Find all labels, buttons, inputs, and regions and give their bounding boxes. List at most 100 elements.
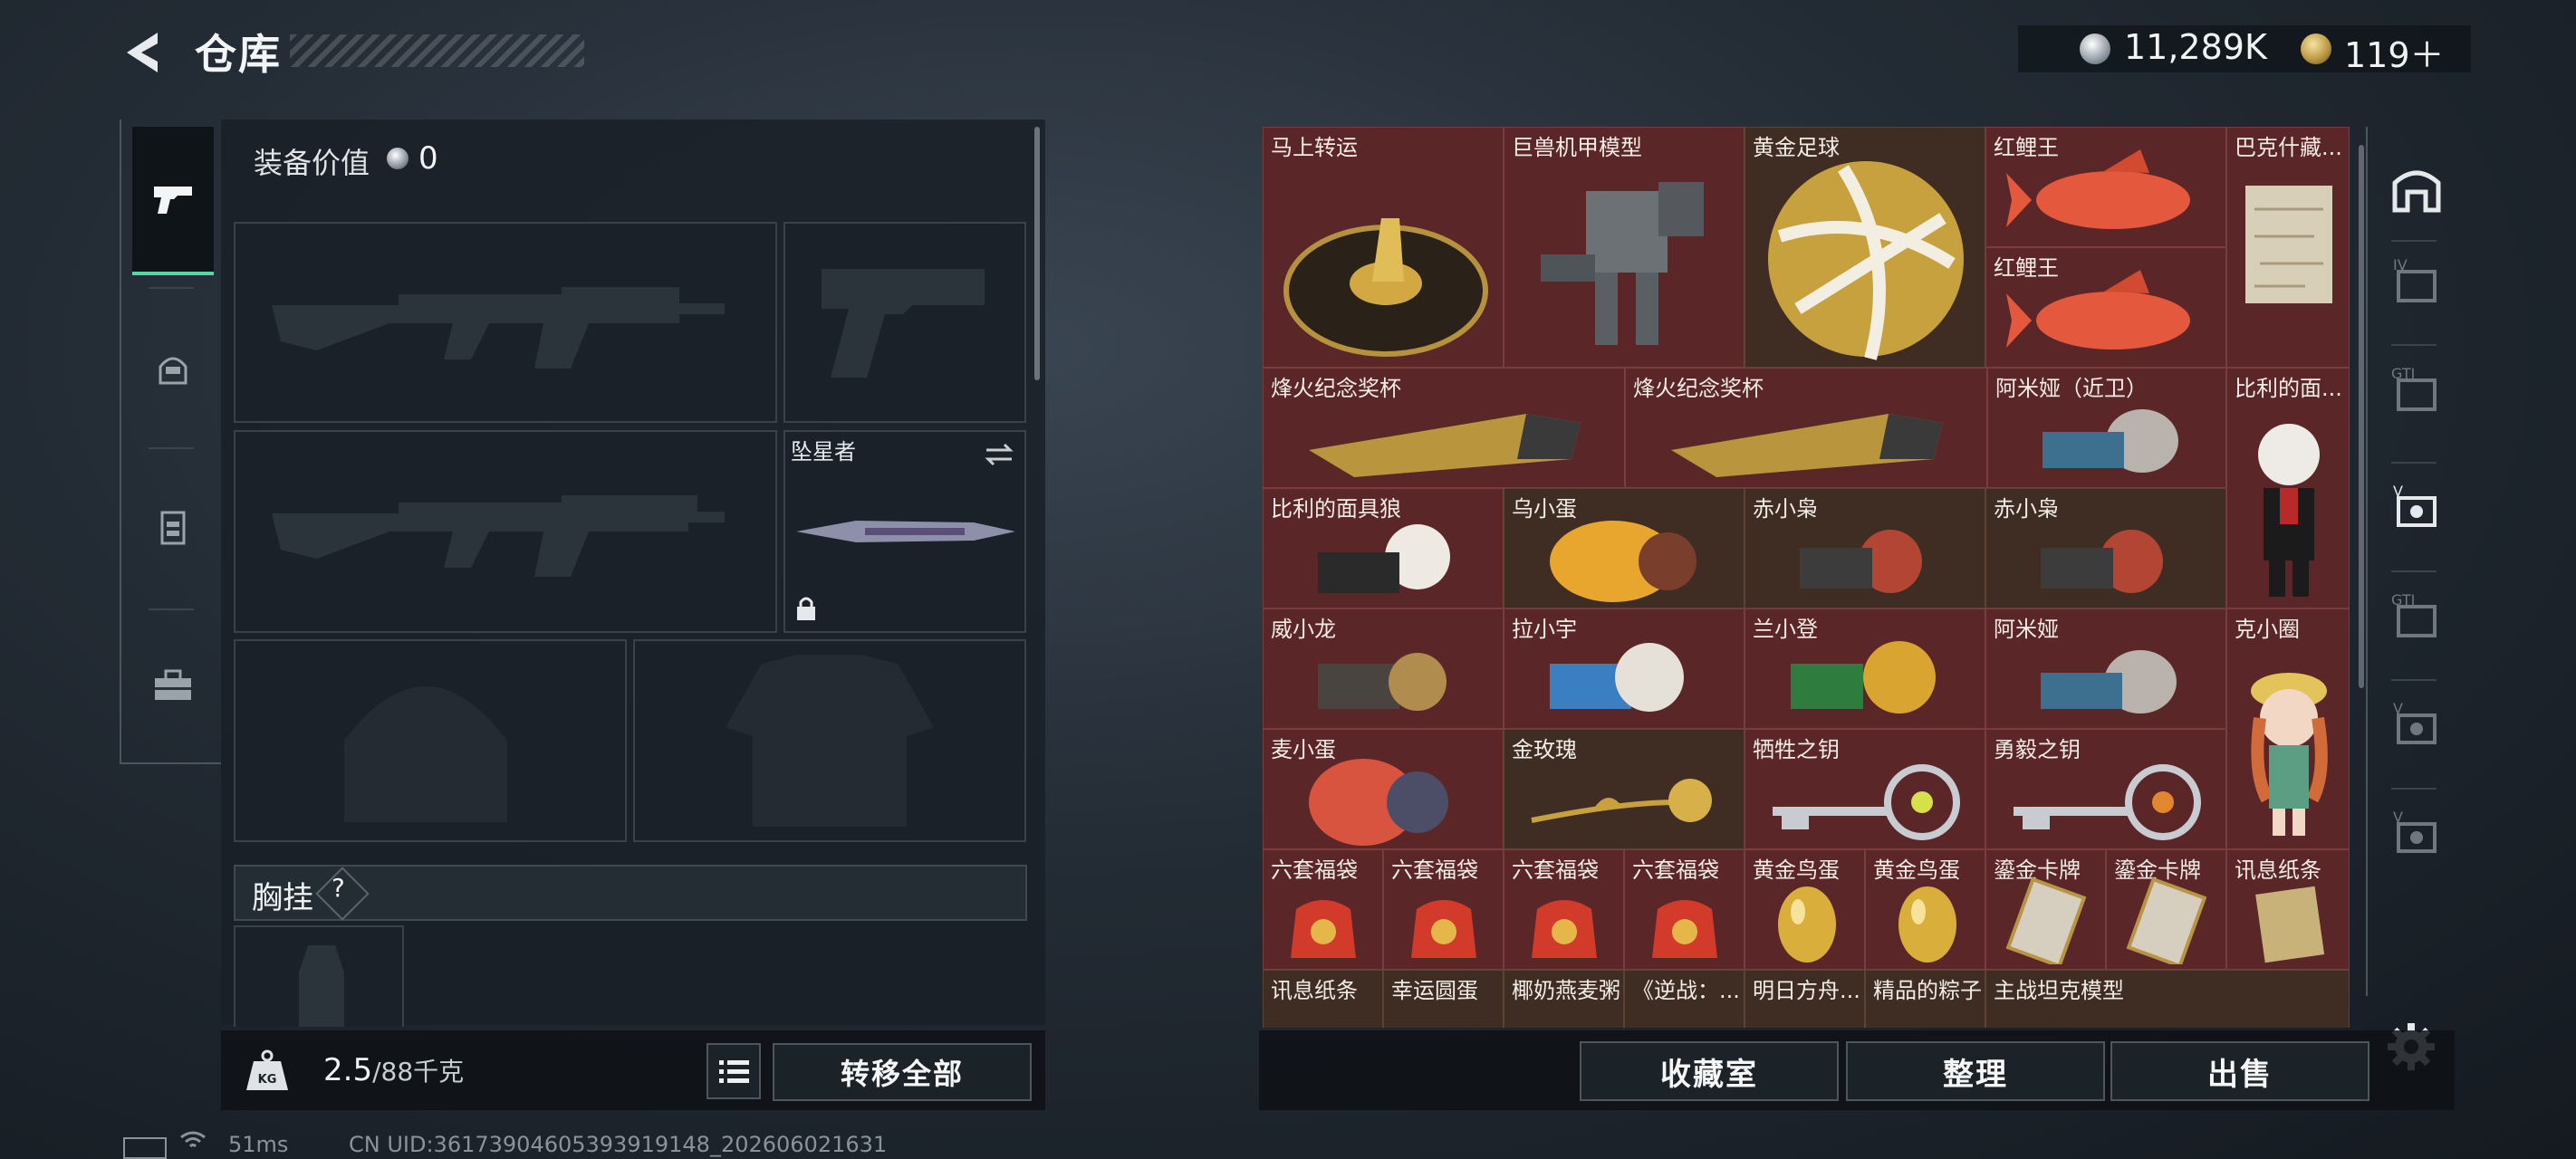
key-icon [2014,764,2201,840]
lucky-bag-icon [1652,900,1717,958]
storage-item[interactable]: 幸运圆蛋 [1383,970,1504,1028]
tab-storage-7[interactable]: V [2382,797,2451,866]
tab-storage-4[interactable]: V [2382,471,2451,540]
warehouse-icon [2392,170,2441,213]
storage-item[interactable]: 黄金鸟蛋 [1865,849,1985,970]
storage-item[interactable]: 麦小蛋 [1263,729,1504,849]
storage-item[interactable]: 《逆战：... [1624,970,1745,1028]
golden-egg-icon [1778,886,1836,963]
storage-item[interactable]: 六套福袋 [1624,849,1745,970]
trophy-icon [1309,414,1581,477]
tab-weapons[interactable] [132,127,214,275]
chest-rig-slot[interactable] [234,925,404,1027]
storage-item[interactable]: 比利的面具狼 [1263,488,1504,608]
storage-item[interactable]: 金玫瑰 [1504,729,1745,849]
uid-readout: CN UID:36173904605393919148_202606021631 [349,1132,888,1157]
figure-icon [1800,530,1922,593]
key-icon [1773,764,1960,840]
tab-storage-5[interactable]: GTI [2382,580,2451,648]
storage-item[interactable]: 精品的粽子 [1865,970,1985,1028]
tab-storage-all[interactable] [2382,154,2451,223]
swap-arrows-icon[interactable] [983,441,1015,468]
armor-slot[interactable] [633,639,1026,842]
storage-item[interactable]: 六套福袋 [1504,849,1624,970]
ticket-balance[interactable]: 119＋ [2344,27,2445,77]
tab-armor[interactable] [132,296,214,441]
storage-item[interactable]: 阿米娅 [1985,608,2226,729]
current-weight: 2.5 [323,1052,373,1088]
sell-button[interactable]: 出售 [2110,1041,2369,1101]
storage-item[interactable]: 讯息纸条 [1263,970,1383,1028]
storage-item[interactable]: 巨兽机甲模型 [1504,127,1745,368]
melee-slot[interactable]: 坠星者 [783,430,1026,633]
help-icon[interactable]: ? [332,873,345,903]
equipment-scrollbar[interactable] [1034,127,1040,380]
weight-capacity: /88千克 [372,1057,465,1087]
storage-scrollbar[interactable] [2359,145,2364,688]
chest-rig-label: 胸挂 [252,880,313,916]
coin-balance[interactable]: 11,289K [2124,27,2267,67]
storage-grid: 马上转运 巨兽机甲模型 黄金足球 红鲤王 巴克什藏... 红鲤王 烽火纪念奖杯 … [1263,127,2350,1028]
back-button[interactable] [118,27,165,78]
storage-item[interactable]: 黄金鸟蛋 [1745,849,1865,970]
golden-football-icon [1768,161,1964,360]
storage-item[interactable]: 鎏金卡牌 [1985,849,2106,970]
list-view-button[interactable] [706,1043,761,1099]
trophy-icon [1671,414,1943,477]
chevron-left-icon [127,33,158,72]
storage-item[interactable]: 赤小枭 [1985,488,2226,608]
collection-room-button[interactable]: 收藏室 [1580,1041,1839,1101]
primary-weapon-slot[interactable] [234,222,777,423]
tab-storage-6[interactable]: V [2382,688,2451,757]
storage-item[interactable]: 讯息纸条 [2226,849,2350,970]
helmet-icon [159,357,187,385]
tab-toolbox[interactable] [132,613,214,758]
gilded-card-icon [2126,877,2207,964]
vest-icon [160,511,186,545]
red-carp-icon [2006,270,2190,350]
storage-item[interactable]: 兰小登 [1745,608,1985,729]
storage-item[interactable]: 黄金足球 [1745,127,1985,368]
figure-icon [1318,524,1450,593]
egg-figure-icon [1309,759,1448,846]
organize-button[interactable]: 整理 [1846,1041,2105,1101]
sidearm-slot[interactable] [783,222,1026,423]
storage-item[interactable]: 巴克什藏... [2226,127,2350,368]
storage-item[interactable]: 六套福袋 [1383,849,1504,970]
storage-item[interactable]: 红鲤王 [1985,247,2226,368]
transfer-all-button[interactable]: 转移全部 [773,1043,1032,1101]
lucky-bag-icon [1532,900,1597,958]
storage-item[interactable]: 马上转运 [1263,127,1504,368]
weight-readout: 2.5/88千克 [323,1052,464,1088]
storage-item[interactable]: 牺牲之钥 [1745,729,1985,849]
storage-item[interactable]: 比利的面... [2226,368,2350,608]
storage-item[interactable]: 勇毅之钥 [1985,729,2226,849]
storage-item[interactable]: 椰奶燕麦粥 [1504,970,1624,1028]
figure-icon [2041,650,2177,714]
armor-silhouette-icon [726,655,934,827]
lock-icon [797,597,815,620]
helmet-slot[interactable] [234,639,627,842]
storage-item[interactable]: 明日方舟... [1745,970,1865,1028]
storage-item[interactable]: 烽火纪念奖杯 [1263,368,1625,488]
secondary-weapon-slot[interactable] [234,430,777,633]
tab-storage-3[interactable]: GTI [2382,353,2451,422]
storage-item[interactable]: 主战坦克模型 [1985,970,2350,1028]
tab-storage-2[interactable]: IV [2382,244,2451,313]
storage-box-icon: GTI [2391,591,2437,637]
rifle-silhouette-icon [272,495,725,577]
storage-item[interactable]: 克小圈 [2226,608,2350,849]
storage-item[interactable]: 拉小宇 [1504,608,1745,729]
storage-item[interactable]: 六套福袋 [1263,849,1383,970]
storage-item[interactable]: 赤小枭 [1745,488,1985,608]
storage-item[interactable]: 阿米娅（近卫） [1987,368,2226,488]
tab-vest[interactable] [132,455,214,599]
lucky-bag-icon [1411,900,1476,958]
storage-item[interactable]: 烽火纪念奖杯 [1625,368,1987,488]
golden-rose-icon [1531,779,1712,823]
storage-item[interactable]: 威小龙 [1263,608,1504,729]
storage-item[interactable]: 乌小蛋 [1504,488,1745,608]
storage-item[interactable]: 红鲤王 [1985,127,2226,247]
storage-item[interactable]: 鎏金卡牌 [2106,849,2226,970]
toolbox-icon [155,669,191,700]
